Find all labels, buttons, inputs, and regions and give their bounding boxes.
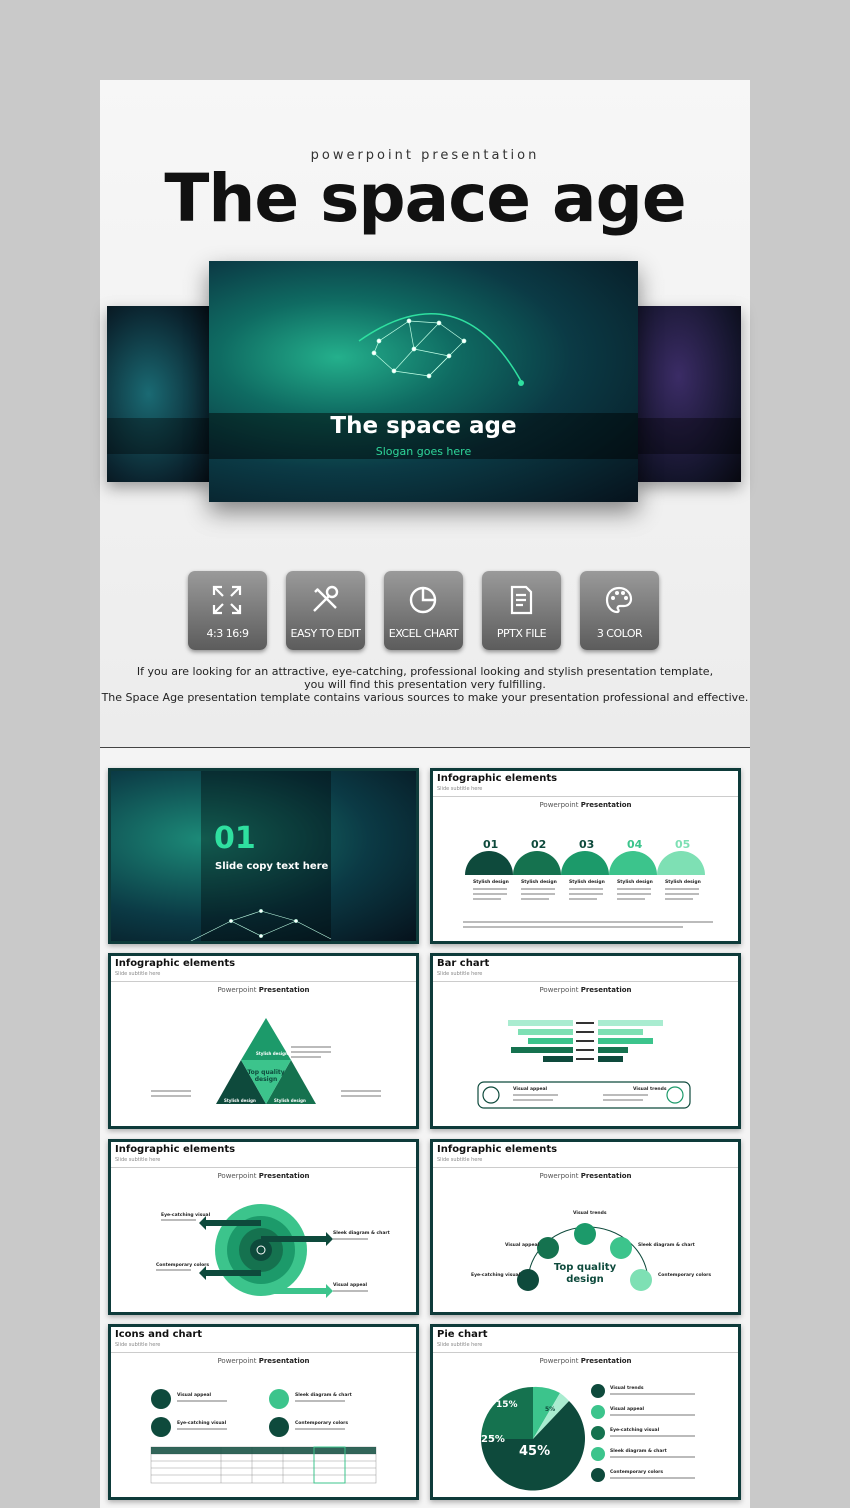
- svg-text:Eye-catching visual: Eye-catching visual: [471, 1272, 521, 1278]
- feature-3-color: 3 COLOR: [580, 571, 659, 650]
- feature-label: EASY TO EDIT: [290, 627, 361, 640]
- pie-label-5: 5%: [545, 1406, 555, 1413]
- thumbnail-infographic-pyramid: Infographic elements Slide subtitle here …: [108, 953, 419, 1129]
- pie-chart-icon: [409, 586, 437, 614]
- tools-icon: [313, 585, 339, 612]
- palette-icon: [605, 586, 633, 614]
- cover-slide-preview: The space age Slogan goes here: [209, 261, 638, 502]
- step-number: 02: [531, 838, 546, 851]
- svg-text:Sleek diagram & chart: Sleek diagram & chart: [295, 1392, 353, 1398]
- svg-text:Sleek diagram & chart: Sleek diagram & chart: [638, 1242, 696, 1248]
- step-number: 03: [579, 838, 594, 851]
- svg-text:Stylish design: Stylish design: [617, 879, 653, 885]
- svg-text:Eye-catching visual: Eye-catching visual: [161, 1212, 211, 1218]
- svg-text:Sleek diagram & chart: Sleek diagram & chart: [610, 1448, 668, 1454]
- pyramid-graphic: Top quality design Stylish design Stylish…: [151, 1018, 381, 1104]
- bar-chart-graphic: Visual appeal Visual trends: [477, 1020, 691, 1109]
- side-slide-right: [637, 306, 741, 482]
- ring-graphic: Top quality design Visual trends Visual a…: [471, 1210, 711, 1291]
- cover-slogan: Slogan goes here: [375, 445, 472, 458]
- constellation-graphic: [358, 313, 524, 386]
- steps-graphic: 01 02 03 04 05 Stylish design Stylish desig…: [463, 838, 713, 928]
- target-graphic: Eye-catching visual Sleek diagram & chart…: [156, 1204, 391, 1298]
- svg-text:Stylish design: Stylish design: [521, 879, 557, 885]
- description-line: The Space Age presentation template cont…: [101, 691, 749, 704]
- svg-text:Eye-catching visual: Eye-catching visual: [177, 1420, 227, 1426]
- svg-text:Contemporary colors: Contemporary colors: [658, 1272, 711, 1278]
- step-number: 05: [675, 838, 690, 851]
- icons-table-graphic: Visual appeal Sleek diagram & chart Eye-c…: [150, 1389, 377, 1484]
- step-number: 01: [483, 838, 498, 851]
- divider: [100, 747, 750, 748]
- document-icon: [510, 585, 533, 615]
- feature-aspect-ratio: 4:3 16:9: [188, 571, 267, 650]
- svg-text:Contemporary colors: Contemporary colors: [156, 1262, 209, 1268]
- product-description: If you are looking for an attractive, ey…: [100, 665, 750, 704]
- pie-label-45: 45%: [519, 1444, 550, 1459]
- thumbnail-icons-chart: Icons and chart Slide subtitle here Power…: [108, 1324, 419, 1500]
- svg-text:Visual appeal: Visual appeal: [513, 1086, 548, 1092]
- svg-text:Contemporary colors: Contemporary colors: [610, 1469, 663, 1475]
- svg-text:Eye-catching visual: Eye-catching visual: [610, 1427, 660, 1433]
- resize-icon: [212, 585, 242, 615]
- svg-text:Visual appeal: Visual appeal: [177, 1392, 212, 1398]
- product-page: powerpoint presentation The space age Th…: [100, 80, 750, 1508]
- thumbnail-bar-chart: Bar chart Slide subtitle here Powerpoint …: [430, 953, 741, 1129]
- svg-text:Visual trends: Visual trends: [633, 1086, 667, 1092]
- description-line: you will find this presentation very ful…: [304, 678, 546, 691]
- feature-label: PPTX FILE: [496, 627, 547, 640]
- side-slide-left: [107, 306, 211, 482]
- svg-text:Stylish design: Stylish design: [473, 879, 509, 885]
- thumbnail-pie-chart: Pie chart Slide subtitle here Powerpoint …: [430, 1324, 741, 1500]
- thumbnail-section-slide: 01 Slide copy text here: [108, 768, 419, 944]
- thumbnail-infographic-target: Infographic elements Slide subtitle here …: [108, 1139, 419, 1315]
- pie-label-15: 15%: [496, 1400, 518, 1410]
- svg-text:Stylish design: Stylish design: [665, 879, 701, 885]
- step-number: 04: [627, 838, 643, 851]
- svg-text:Visual trends: Visual trends: [610, 1385, 644, 1391]
- pie-label-25: 25%: [481, 1434, 505, 1445]
- svg-text:Visual appeal: Visual appeal: [610, 1406, 645, 1412]
- feature-pptx-file: PPTX FILE: [482, 571, 561, 650]
- pie-graphic: 15% 5% 25% 45% Visual trends Visual appea…: [481, 1384, 695, 1491]
- constellation-graphic: [190, 909, 332, 941]
- feature-label: EXCEL CHART: [388, 627, 459, 640]
- svg-text:Contemporary colors: Contemporary colors: [295, 1420, 348, 1426]
- svg-text:Visual appeal: Visual appeal: [333, 1282, 368, 1288]
- feature-label: 3 COLOR: [596, 627, 643, 640]
- svg-text:Stylish design: Stylish design: [256, 1051, 288, 1056]
- svg-text:Stylish design: Stylish design: [569, 879, 605, 885]
- svg-text:Stylish design: Stylish design: [224, 1098, 256, 1103]
- svg-text:Stylish design: Stylish design: [274, 1098, 306, 1103]
- cover-title: The space age: [330, 413, 517, 439]
- svg-text:Top quality: Top quality: [247, 1069, 284, 1076]
- presentation-title: The space age: [164, 160, 686, 237]
- feature-easy-edit: EASY TO EDIT: [286, 571, 365, 650]
- svg-text:Visual appeal: Visual appeal: [505, 1242, 540, 1248]
- svg-text:design: design: [255, 1076, 278, 1083]
- thumbnail-infographic-steps: Infographic elements Slide subtitle here …: [430, 768, 741, 944]
- thumbnail-infographic-ring: Infographic elements Slide subtitle here …: [430, 1139, 741, 1315]
- hero-section: powerpoint presentation The space age Th…: [100, 80, 750, 748]
- svg-text:Sleek diagram & chart: Sleek diagram & chart: [333, 1230, 391, 1236]
- svg-text:Visual trends: Visual trends: [573, 1210, 607, 1216]
- svg-text:Top quality: Top quality: [554, 1262, 617, 1273]
- feature-excel-chart: EXCEL CHART: [384, 571, 463, 650]
- svg-text:design: design: [566, 1274, 604, 1285]
- description-line: If you are looking for an attractive, ey…: [136, 665, 714, 678]
- feature-label: 4:3 16:9: [206, 627, 249, 640]
